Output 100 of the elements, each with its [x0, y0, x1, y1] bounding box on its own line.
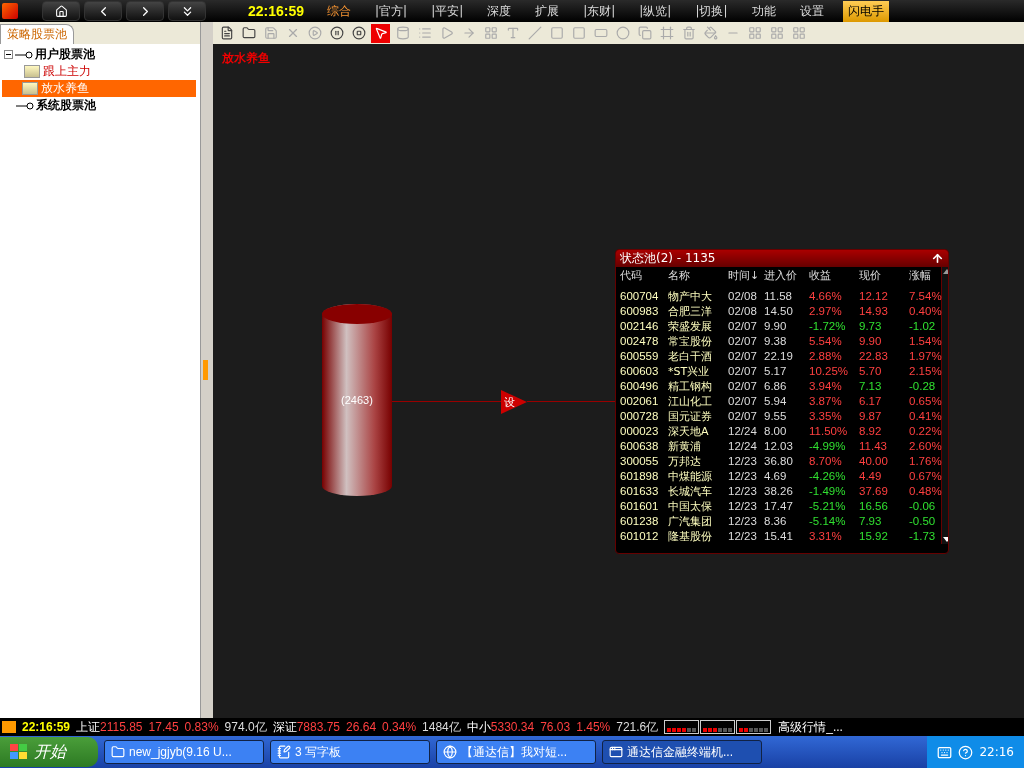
market-name: 上证 [76, 718, 101, 736]
table-cell-text: -4.99% [809, 439, 847, 454]
column-header[interactable]: 涨幅 [909, 267, 941, 285]
menu-item[interactable]: 综合 [322, 0, 357, 22]
menu-item[interactable]: |平安| [426, 0, 469, 22]
market-percent: 1.45% [576, 720, 611, 734]
filter-node[interactable]: 设 [501, 390, 527, 414]
column-header[interactable]: 名称 [668, 267, 728, 285]
table-cell-text: 8.00 [764, 424, 788, 439]
taskbar-button[interactable]: new_jgjyb(9.16 U... [104, 740, 264, 764]
tree-node[interactable]: 用户股票池 [4, 46, 196, 63]
market-percent: 0.34% [382, 720, 417, 734]
table-cell-text: 3.87% [809, 394, 843, 409]
table-cell-text: 02/07 [728, 394, 758, 409]
collapse-icon[interactable] [4, 50, 13, 59]
help-icon[interactable] [958, 744, 974, 760]
menu-item[interactable]: 设置 [794, 0, 829, 22]
table-cell-text: 中国太保 [668, 499, 713, 514]
table-cell-text: 40.00 [859, 454, 889, 469]
column-header[interactable]: 进入价 [764, 267, 809, 285]
menu-item[interactable]: 闪电手 [842, 0, 889, 22]
app-logo-icon [2, 3, 18, 19]
forward-button[interactable] [126, 1, 164, 21]
table-cell: 0.40% [909, 304, 941, 319]
table-cell-text: *ST兴业 [668, 364, 711, 379]
table-cell: 0.22% [909, 424, 941, 439]
table-cell-text: 002146 [620, 319, 660, 334]
column-header[interactable]: 代码 [620, 267, 668, 285]
table-cell-text: 02/07 [728, 349, 758, 364]
stop-icon [351, 26, 366, 40]
grid-icon [483, 26, 498, 40]
table-cell-text: 3.94% [809, 379, 843, 394]
table-cell-text: 6.86 [764, 379, 788, 394]
table-cell-text: 11.43 [859, 439, 888, 454]
key-icon [15, 50, 33, 59]
back-button[interactable] [84, 1, 122, 21]
table-cell-text: 万邦达 [668, 454, 702, 469]
table-cell-text: 600603 [620, 364, 660, 379]
windows-logo-icon [10, 744, 28, 760]
sidebar-tab[interactable]: 策略股票池 [0, 24, 74, 44]
column-header[interactable]: 收益 [809, 267, 859, 285]
taskbar-button[interactable]: 3 写字板 [270, 740, 430, 764]
market-change: 17.45 [148, 720, 179, 734]
taskbar-button[interactable]: 【通达信】我对短... [436, 740, 596, 764]
menu-item[interactable]: 深度 [482, 0, 517, 22]
table-cell-text: 新黄浦 [668, 439, 702, 454]
table-cell-text: 600983 [620, 304, 660, 319]
tree-item[interactable]: 跟上主力 [4, 63, 196, 80]
frame-icon [659, 26, 674, 40]
expand-button[interactable] [168, 1, 206, 21]
table-cell-text: 2.97% [809, 304, 843, 319]
table-cell-text: 601633 [620, 484, 660, 499]
pointer-tool-button[interactable] [371, 23, 390, 43]
menu-item[interactable]: |东财| [578, 0, 621, 22]
table-cell-text: 02/07 [728, 319, 758, 334]
splitter-handle[interactable] [203, 360, 208, 380]
table-cell: 0.48% [909, 484, 941, 499]
column-header[interactable]: 时间↓ [728, 267, 764, 285]
cylinder-drawing[interactable] [322, 304, 392, 496]
table-cell-text: 12/24 [728, 424, 758, 439]
trash-icon [681, 26, 696, 40]
table-cell-text: 000023 [620, 424, 660, 439]
doc-icon [219, 26, 234, 40]
market-volume: 1484亿 [422, 718, 461, 736]
table-cell-text: 8.70% [809, 454, 843, 469]
collapse-arrow-icon[interactable] [931, 252, 944, 265]
table-cell-text: 36.80 [764, 454, 794, 469]
table-cell-text: 601012 [620, 529, 660, 544]
table-cell-text: 7.13 [859, 379, 883, 394]
menu-item[interactable]: |切换| [690, 0, 733, 22]
home-icon [54, 4, 68, 18]
table-cell-text: 600559 [620, 349, 660, 364]
menu-item[interactable]: 功能 [746, 0, 781, 22]
table-cell-text: 601601 [620, 499, 660, 514]
table-cell-text: 12.03 [764, 439, 794, 454]
table-cell-text: -4.26% [809, 469, 847, 484]
menu-item[interactable]: |纵览| [634, 0, 677, 22]
table-cell-text: 5.54% [809, 334, 843, 349]
market-name: 深证 [272, 718, 297, 736]
market-index: 2115.85 [100, 720, 143, 734]
column-header[interactable]: 现价 [859, 267, 909, 285]
table-cell-text: 600704 [620, 289, 660, 304]
table-cell-text: 4.66% [809, 289, 843, 304]
menu-item[interactable]: 扩展 [530, 0, 565, 22]
tree-node[interactable]: 系统股票池 [4, 97, 196, 114]
table-cell-text: 002478 [620, 334, 660, 349]
browser-icon [443, 745, 457, 759]
market-index: 5330.34 [490, 720, 535, 734]
feed-status[interactable]: 高级行情_... [778, 718, 843, 736]
folder-icon [24, 65, 40, 78]
table-cell-text: -0.28 [909, 379, 937, 394]
start-button[interactable]: 开始 [0, 737, 98, 767]
keyboard-icon[interactable] [937, 744, 953, 760]
market-change: 76.03 [540, 720, 571, 734]
play-icon [307, 26, 322, 40]
taskbar-button[interactable]: 通达信金融终端机... [602, 740, 762, 764]
menu-item[interactable]: |官方| [370, 0, 413, 22]
app-icon [609, 745, 623, 759]
home-button[interactable] [42, 1, 80, 21]
table-cell-text: 12/23 [728, 469, 758, 484]
